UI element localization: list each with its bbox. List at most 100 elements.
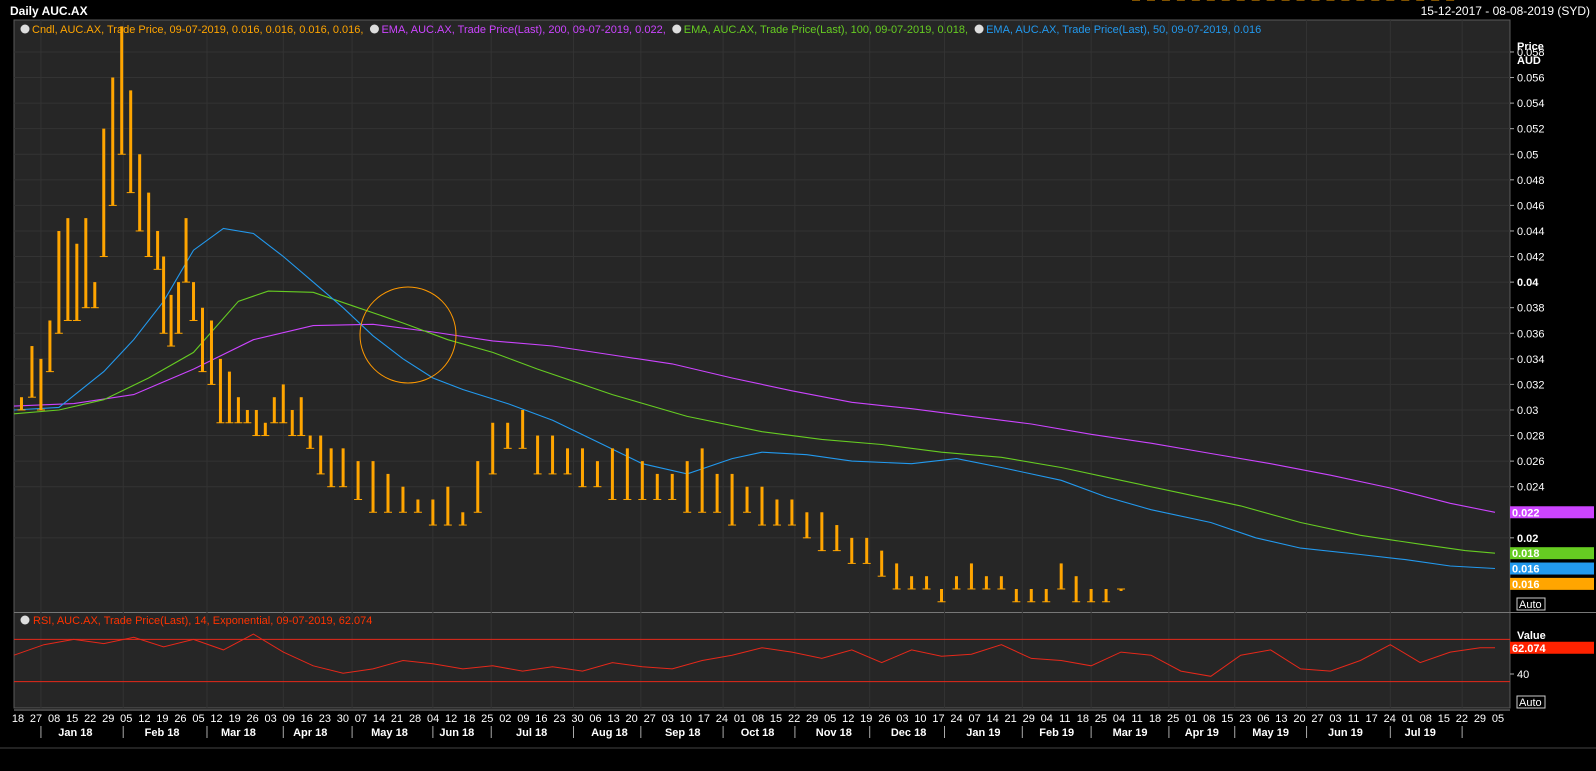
x-day-tick-label: 24 (716, 713, 728, 725)
price-tick-label: 0.036 (1517, 328, 1545, 340)
price-badge-label: 0.022 (1512, 507, 1540, 519)
price-badge-label: 0.016 (1512, 564, 1540, 576)
x-month-label: Mar 19 (1113, 727, 1148, 739)
x-day-tick-label: 04 (1113, 713, 1125, 725)
x-day-tick-label: 19 (156, 713, 168, 725)
x-day-tick-label: 08 (1420, 713, 1432, 725)
x-day-tick-label: 11 (1059, 713, 1070, 725)
x-day-tick-label: 24 (1384, 713, 1396, 725)
x-month-label: May 19 (1252, 727, 1289, 739)
x-day-tick-label: 01 (1402, 713, 1414, 725)
x-day-tick-label: 19 (228, 713, 240, 725)
x-month-label: Dec 18 (891, 727, 926, 739)
x-day-tick-label: 22 (788, 713, 800, 725)
legend-marker-icon[interactable] (672, 24, 682, 34)
x-day-tick-label: 17 (1366, 713, 1378, 725)
x-day-tick-label: 17 (698, 713, 710, 725)
price-tick-label: 0.056 (1517, 73, 1545, 85)
x-month-label: Jul 18 (516, 727, 547, 739)
price-badge-label: 0.016 (1512, 579, 1540, 591)
x-day-tick-label: 10 (680, 713, 692, 725)
x-day-tick-label: 15 (1221, 713, 1233, 725)
x-day-tick-label: 15 (1438, 713, 1450, 725)
chart-canvas[interactable]: 0.0580.0560.0540.0520.050.0480.0460.0440… (0, 0, 1596, 771)
x-day-tick-label: 27 (644, 713, 656, 725)
x-day-tick-label: 08 (1203, 713, 1215, 725)
x-month-label: May 18 (371, 727, 408, 739)
x-month-label: Jan 19 (966, 727, 1000, 739)
price-tick-label: 0.04 (1517, 277, 1539, 289)
x-day-tick-label: 16 (301, 713, 313, 725)
x-day-tick-label: 28 (409, 713, 421, 725)
x-day-tick-label: 12 (445, 713, 457, 725)
x-day-tick-label: 06 (1257, 713, 1269, 725)
rsi-auto-scale-label: Auto (1519, 697, 1542, 709)
price-tick-label: 0.05 (1517, 149, 1538, 161)
price-tick-label: 0.054 (1517, 98, 1545, 110)
x-day-tick-label: 06 (589, 713, 601, 725)
x-day-tick-label: 29 (102, 713, 114, 725)
x-month-label: Jun 18 (439, 727, 474, 739)
x-day-tick-label: 25 (481, 713, 493, 725)
legend-marker-icon[interactable] (20, 24, 30, 34)
x-month-label: Jul 19 (1405, 727, 1436, 739)
x-day-tick-label: 21 (1005, 713, 1017, 725)
legend-marker-icon[interactable] (974, 24, 984, 34)
rsi-legend-entry: RSI, AUC.AX, Trade Price(Last), 14, Expo… (33, 615, 372, 627)
x-month-label: Feb 18 (145, 727, 180, 739)
x-day-tick-label: 12 (138, 713, 150, 725)
x-day-tick-label: 26 (247, 713, 259, 725)
x-day-tick-label: 04 (1041, 713, 1053, 725)
price-tick-label: 0.042 (1517, 252, 1545, 264)
x-day-tick-label: 20 (1293, 713, 1305, 725)
auto-scale-label: Auto (1519, 599, 1542, 611)
price-tick-label: 0.048 (1517, 175, 1545, 187)
legend-entry: EMA, AUC.AX, Trade Price(Last), 200, 09-… (381, 24, 665, 36)
x-day-tick-label: 29 (1023, 713, 1035, 725)
rsi-panel (14, 613, 1510, 708)
x-day-tick-label: 12 (210, 713, 222, 725)
x-month-label: Apr 19 (1185, 727, 1219, 739)
price-tick-label: 0.034 (1517, 354, 1545, 366)
x-day-tick-label: 01 (734, 713, 746, 725)
x-day-tick-label: 05 (192, 713, 204, 725)
x-day-tick-label: 08 (48, 713, 60, 725)
x-month-label: Oct 18 (741, 727, 775, 739)
chart-window: Daily AUC.AX 15-12-2017 - 08-08-2019 (SY… (0, 0, 1596, 771)
price-tick-label: 0.028 (1517, 431, 1545, 443)
x-day-tick-label: 23 (553, 713, 565, 725)
price-tick-label: 0.024 (1517, 482, 1545, 494)
x-day-tick-label: 05 (824, 713, 836, 725)
price-tick-label: 0.044 (1517, 226, 1545, 238)
x-day-tick-label: 30 (571, 713, 583, 725)
x-month-label: Apr 18 (293, 727, 327, 739)
x-day-tick-label: 14 (987, 713, 999, 725)
x-month-label: Aug 18 (591, 727, 628, 739)
x-day-tick-label: 03 (896, 713, 908, 725)
legend-entry: EMA, AUC.AX, Trade Price(Last), 100, 09-… (684, 24, 968, 36)
rsi-legend-marker-icon[interactable] (20, 615, 30, 625)
x-day-tick-label: 09 (517, 713, 529, 725)
price-tick-label: 0.032 (1517, 379, 1545, 391)
x-day-tick-label: 08 (752, 713, 764, 725)
x-day-tick-label: 13 (1275, 713, 1287, 725)
x-day-tick-label: 18 (1149, 713, 1161, 725)
x-day-tick-label: 23 (319, 713, 331, 725)
x-day-tick-label: 11 (1348, 713, 1359, 725)
rsi-tick-label: 40 (1517, 669, 1529, 681)
legend-entry: Cndl, AUC.AX, Trade Price, 09-07-2019, 0… (32, 24, 363, 36)
x-day-tick-label: 15 (66, 713, 78, 725)
price-tick-label: 0.02 (1517, 533, 1538, 545)
x-day-tick-label: 29 (1474, 713, 1486, 725)
x-month-label: Mar 18 (221, 727, 256, 739)
rsi-axis-title: Value (1517, 630, 1546, 642)
x-day-tick-label: 03 (1329, 713, 1341, 725)
x-day-tick-label: 15 (770, 713, 782, 725)
x-day-tick-label: 01 (1185, 713, 1197, 725)
price-badge-label: 0.018 (1512, 548, 1540, 560)
x-day-tick-label: 02 (499, 713, 511, 725)
x-day-tick-label: 11 (1131, 713, 1142, 725)
price-tick-label: 0.046 (1517, 200, 1545, 212)
x-day-tick-label: 14 (373, 713, 385, 725)
legend-marker-icon[interactable] (369, 24, 379, 34)
